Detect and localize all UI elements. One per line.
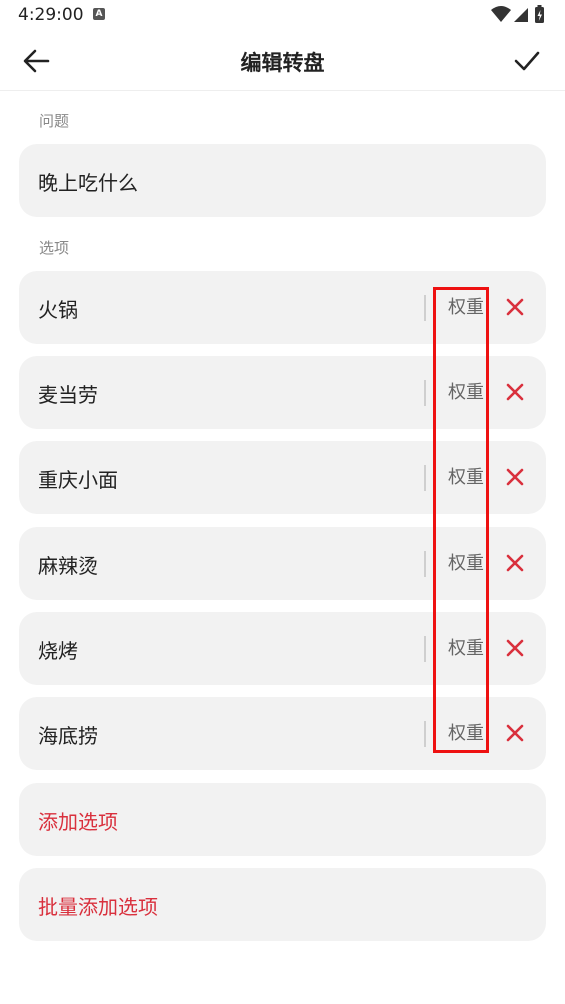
- option-divider: [424, 380, 426, 406]
- question-value: 晚上吃什么: [38, 171, 138, 195]
- status-time: 4:29:00: [18, 5, 84, 25]
- option-name-input[interactable]: 麻辣烫: [38, 550, 98, 579]
- batch-add-option-label: 批量添加选项: [38, 895, 158, 919]
- battery-charging-icon: [535, 5, 544, 23]
- option-divider: [424, 465, 426, 491]
- option-divider: [424, 295, 426, 321]
- delete-option-button[interactable]: [505, 467, 525, 487]
- weight-column-highlight: [433, 287, 489, 753]
- status-bar: 4:29:00 A: [0, 0, 565, 32]
- option-name-input[interactable]: 麦当劳: [38, 379, 98, 408]
- cell-signal-icon: [514, 8, 528, 22]
- delete-option-button[interactable]: [505, 297, 525, 317]
- option-divider: [424, 721, 426, 747]
- add-option-label: 添加选项: [38, 810, 118, 834]
- options-label: 选项: [39, 239, 70, 257]
- option-name-input[interactable]: 重庆小面: [38, 464, 118, 493]
- option-name-input[interactable]: 火锅: [38, 294, 78, 323]
- option-name-input[interactable]: 海底捞: [38, 720, 98, 749]
- status-icons: [491, 5, 549, 25]
- delete-option-button[interactable]: [505, 382, 525, 402]
- close-icon: [506, 554, 524, 572]
- delete-option-button[interactable]: [505, 638, 525, 658]
- option-name-input[interactable]: 烧烤: [38, 635, 78, 664]
- close-icon: [506, 724, 524, 742]
- delete-option-button[interactable]: [505, 723, 525, 743]
- app-bar: 编辑转盘: [0, 32, 565, 91]
- batch-add-option-button[interactable]: 批量添加选项: [19, 868, 546, 941]
- option-divider: [424, 551, 426, 577]
- close-icon: [506, 298, 524, 316]
- page-title: 编辑转盘: [240, 51, 325, 75]
- question-label: 问题: [39, 112, 70, 130]
- close-icon: [506, 639, 524, 657]
- option-divider: [424, 636, 426, 662]
- notification-a-icon: A: [93, 8, 105, 20]
- check-icon: [514, 51, 540, 71]
- add-option-button[interactable]: 添加选项: [19, 783, 546, 856]
- confirm-button[interactable]: [513, 48, 541, 74]
- question-input[interactable]: 晚上吃什么: [19, 144, 546, 217]
- delete-option-button[interactable]: [505, 553, 525, 573]
- close-icon: [506, 468, 524, 486]
- close-icon: [506, 383, 524, 401]
- wifi-icon: [491, 6, 511, 22]
